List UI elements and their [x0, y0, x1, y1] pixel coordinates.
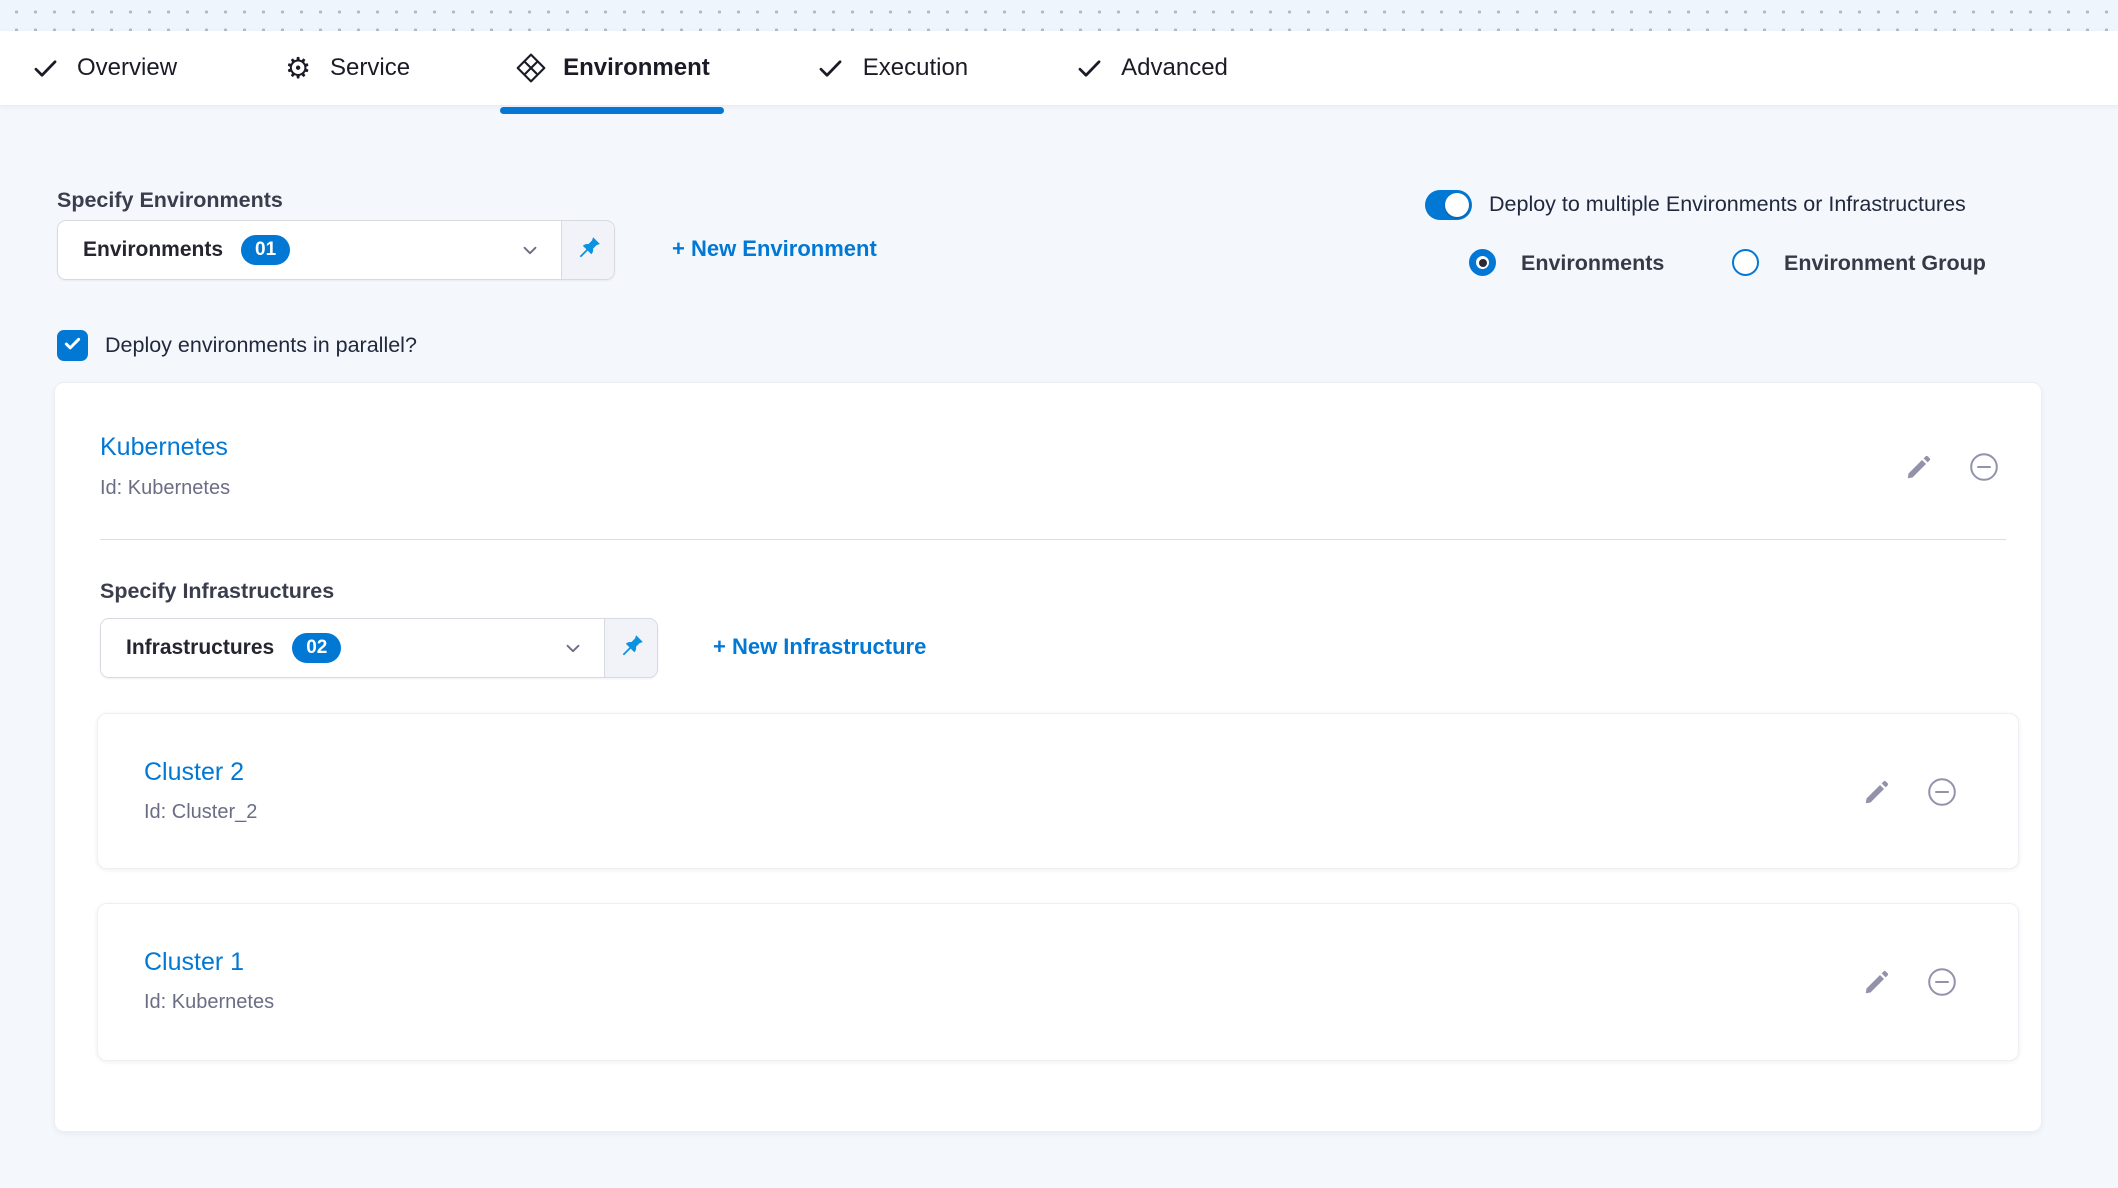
- deploy-parallel-checkbox[interactable]: [57, 330, 88, 361]
- dropdown-label: Environments: [83, 238, 223, 262]
- radio-environments-label[interactable]: Environments: [1521, 251, 1664, 276]
- environment-card: Kubernetes Id: Kubernetes Specify Infras…: [54, 382, 2042, 1132]
- tab-overview[interactable]: Overview: [28, 31, 177, 106]
- deploy-multiple-toggle-label: Deploy to multiple Environments or Infra…: [1489, 192, 1966, 217]
- radio-environments[interactable]: [1469, 249, 1496, 276]
- remove-infrastructure-button[interactable]: [1926, 966, 1958, 998]
- infrastructure-card-cluster-1: Cluster 1 Id: Kubernetes: [97, 903, 2019, 1061]
- new-environment-button[interactable]: + New Environment: [672, 236, 877, 262]
- minus-circle-icon: [1926, 986, 1958, 1001]
- gear-icon: ⚙: [281, 54, 315, 83]
- edit-infrastructure-button[interactable]: [1862, 967, 1892, 997]
- remove-environment-button[interactable]: [1968, 451, 2000, 483]
- tab-label: Service: [330, 54, 410, 82]
- check-icon: [814, 55, 848, 82]
- pin-icon: [618, 632, 645, 664]
- pin-infrastructures-button[interactable]: [604, 619, 657, 677]
- active-tab-underline: [500, 107, 724, 114]
- chevron-down-icon: [519, 239, 541, 261]
- environments-dropdown-value[interactable]: Environments 01: [58, 221, 561, 279]
- infrastructure-id: Id: Cluster_2: [144, 801, 257, 824]
- tab-label: Environment: [563, 54, 710, 82]
- tab-service[interactable]: ⚙ Service: [281, 31, 410, 106]
- new-infrastructure-button[interactable]: + New Infrastructure: [713, 634, 926, 660]
- edit-environment-button[interactable]: [1904, 452, 1934, 482]
- tab-label: Overview: [77, 54, 177, 82]
- stage-tabbar: Overview ⚙ Service Environment Execution: [0, 31, 2118, 106]
- check-icon: [28, 55, 62, 82]
- deploy-parallel-label: Deploy environments in parallel?: [105, 333, 417, 358]
- tab-environment[interactable]: Environment: [514, 31, 710, 106]
- minus-circle-icon: [1926, 796, 1958, 811]
- pin-environments-button[interactable]: [561, 221, 614, 279]
- specify-environments-heading: Specify Environments: [57, 188, 283, 213]
- environments-count-badge: 01: [241, 235, 290, 265]
- pencil-icon: [1862, 795, 1892, 810]
- pencil-icon: [1904, 470, 1934, 485]
- radio-environment-group-label[interactable]: Environment Group: [1784, 251, 1986, 276]
- environment-name-link[interactable]: Kubernetes: [100, 433, 228, 462]
- infrastructures-count-badge: 02: [292, 633, 341, 663]
- specify-infrastructures-heading: Specify Infrastructures: [100, 579, 334, 604]
- infrastructure-name-link[interactable]: Cluster 1: [144, 948, 244, 977]
- remove-infrastructure-button[interactable]: [1926, 776, 1958, 808]
- edit-infrastructure-button[interactable]: [1862, 777, 1892, 807]
- pipeline-canvas-strip: [0, 0, 2118, 31]
- dropdown-label: Infrastructures: [126, 636, 274, 660]
- pin-icon: [575, 234, 602, 266]
- tab-label: Advanced: [1121, 54, 1228, 82]
- infrastructure-card-cluster-2: Cluster 2 Id: Cluster_2: [97, 713, 2019, 869]
- environment-tab-screen: Overview ⚙ Service Environment Execution: [0, 0, 2118, 1188]
- deploy-multiple-toggle[interactable]: [1425, 190, 1472, 220]
- chevron-down-icon: [562, 637, 584, 659]
- check-icon: [62, 333, 83, 359]
- toggle-knob: [1445, 193, 1469, 217]
- environment-id: Id: Kubernetes: [100, 477, 230, 500]
- tab-execution[interactable]: Execution: [814, 31, 968, 106]
- infrastructure-id: Id: Kubernetes: [144, 991, 274, 1014]
- pencil-icon: [1862, 985, 1892, 1000]
- infrastructure-name-link[interactable]: Cluster 2: [144, 758, 244, 787]
- check-icon: [1072, 55, 1106, 82]
- infrastructures-dropdown[interactable]: Infrastructures 02: [100, 618, 658, 678]
- tab-advanced[interactable]: Advanced: [1072, 31, 1228, 106]
- tab-label: Execution: [863, 54, 968, 82]
- infrastructures-dropdown-value[interactable]: Infrastructures 02: [101, 619, 604, 677]
- minus-circle-icon: [1968, 471, 2000, 486]
- environments-dropdown[interactable]: Environments 01: [57, 220, 615, 280]
- environment-icon: [514, 51, 548, 85]
- card-divider: [100, 539, 2006, 540]
- radio-environment-group[interactable]: [1732, 249, 1759, 276]
